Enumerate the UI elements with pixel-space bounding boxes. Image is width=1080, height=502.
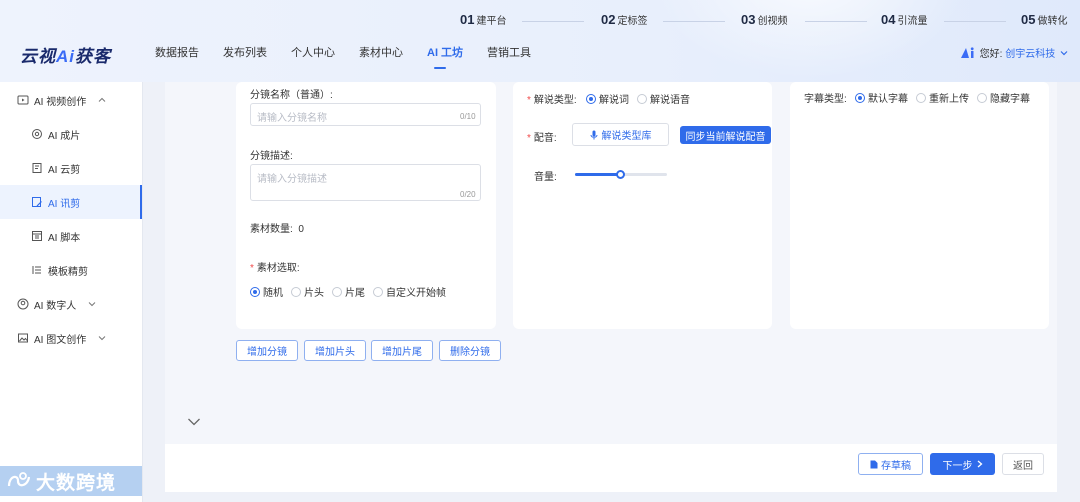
back-button[interactable]: 返回 [1002, 453, 1044, 475]
top-header: 01 建平台 02 定标签 03 创视频 04 引流量 05 做转化 云视Ai获客 数据报… [0, 0, 1080, 82]
sidebar-item-ai-script[interactable]: AI 脚本 [0, 219, 142, 253]
nav-personal-center[interactable]: 个人中心 [291, 44, 335, 60]
add-opening-button[interactable]: 增加片头 [304, 340, 366, 361]
material-count-value: 0 [298, 224, 304, 235]
volume-slider-thumb[interactable] [616, 170, 625, 179]
narration-type-label: * 解说类型: [527, 95, 577, 106]
collapse-chevron-icon[interactable] [187, 417, 201, 427]
footer-bar [165, 444, 1057, 492]
shot-name-input[interactable]: 请输入分镜名称 [250, 103, 481, 126]
add-shot-button[interactable]: 增加分镜 [236, 340, 298, 361]
radio-ending[interactable]: 片尾 [332, 284, 365, 299]
radio-narration-text[interactable]: 解说词 [586, 91, 629, 106]
save-draft-button[interactable]: 存草稿 [858, 453, 923, 475]
delete-shot-button[interactable]: 删除分镜 [439, 340, 501, 361]
add-ending-button[interactable]: 增加片尾 [371, 340, 433, 361]
template-icon [32, 266, 41, 274]
step-5: 05 做转化 [1021, 12, 1068, 27]
material-count-label: 素材数量: 0 [250, 224, 304, 235]
chevron-up-icon [98, 97, 106, 102]
clip-icon [32, 163, 42, 173]
ai-logo-icon [960, 47, 974, 58]
subtitle-type-label: 字幕类型: [804, 94, 847, 105]
narration-type-radio-group: 解说词 解说语音 [586, 91, 698, 106]
sidebar-item-ai-video[interactable]: AI 视频创作 [0, 83, 142, 117]
shot-desc-textarea[interactable]: 请输入分镜描述 [250, 164, 481, 201]
radio-random[interactable]: 随机 [250, 284, 283, 299]
shot-desc-label: 分镜描述: [250, 151, 293, 162]
step-connector [522, 21, 584, 22]
shot-name-label: 分镜名称（普通）: [250, 90, 333, 101]
nav-marketing-tools[interactable]: 营销工具 [487, 44, 531, 60]
microphone-icon [590, 130, 597, 139]
progress-steps: 01 建平台 02 定标签 03 创视频 04 引流量 05 做转化 [460, 12, 1080, 30]
chevron-right-icon [977, 460, 982, 468]
subtitle-card: 字幕类型: 默认字幕 重新上传 隐藏字幕 [790, 82, 1049, 329]
radio-reupload-subtitle[interactable]: 重新上传 [916, 90, 969, 105]
volume-label: 音量: [534, 172, 557, 183]
sidebar-item-ai-quick-clip[interactable]: AI 讯剪 [0, 185, 142, 219]
nav-publish-list[interactable]: 发布列表 [223, 44, 267, 60]
sidebar-item-ai-cloud-clip[interactable]: AI 云剪 [0, 151, 142, 185]
radio-hide-subtitle[interactable]: 隐藏字幕 [977, 90, 1030, 105]
shot-settings-card: 分镜名称（普通）: 请输入分镜名称 0/10 分镜描述: 请输入分镜描述 0/2… [236, 82, 496, 329]
avatar-icon [17, 298, 29, 310]
dub-label: * 配音: [527, 133, 557, 144]
sync-narration-dub-button[interactable]: 同步当前解说配音 [680, 126, 771, 144]
step-1: 01 建平台 [460, 12, 507, 27]
shot-desc-counter: 0/20 [460, 190, 476, 199]
radio-narration-voice[interactable]: 解说语音 [637, 91, 690, 106]
video-icon [17, 95, 29, 105]
step-4: 04 引流量 [881, 12, 928, 27]
watermark-logo-icon [7, 472, 31, 487]
chevron-down-icon [1060, 51, 1068, 56]
shot-name-counter: 0/10 [460, 112, 476, 121]
subtitle-type-radio-group: 默认字幕 重新上传 隐藏字幕 [855, 90, 1038, 105]
sidebar-item-ai-digital-human[interactable]: AI 数字人 [0, 287, 142, 321]
radio-opening[interactable]: 片头 [291, 284, 324, 299]
step-3: 03 创视频 [741, 12, 788, 27]
user-menu[interactable]: 您好: 创宇云科技 [960, 45, 1068, 60]
material-select-radio-group: 随机 片头 片尾 自定义开始帧 [250, 284, 454, 299]
step-connector [663, 21, 725, 22]
nav-data-report[interactable]: 数据报告 [155, 44, 199, 60]
sidebar-item-ai-film[interactable]: AI 成片 [0, 117, 142, 151]
sidebar-item-ai-image-text[interactable]: AI 图文创作 [0, 321, 142, 355]
step-connector [944, 21, 1006, 22]
chevron-down-icon [88, 302, 96, 307]
at-icon [32, 129, 42, 139]
volume-slider-fill [575, 173, 621, 176]
step-connector [805, 21, 867, 22]
step-2: 02 定标签 [601, 12, 648, 27]
nav-ai-workshop[interactable]: AI 工坊 [427, 44, 463, 60]
narration-card: * 解说类型: 解说词 解说语音 * 配音: 解说类型库 同步当前解说配音 音量: [513, 82, 772, 329]
image-icon [18, 333, 28, 343]
next-step-button[interactable]: 下一步 [930, 453, 995, 475]
script-icon [32, 231, 42, 241]
material-select-label: * 素材选取: [250, 263, 300, 274]
doc-icon [870, 460, 878, 468]
dub-library-button[interactable]: 解说类型库 [572, 123, 669, 146]
radio-default-subtitle[interactable]: 默认字幕 [855, 90, 908, 105]
nav-material-center[interactable]: 素材中心 [359, 44, 403, 60]
sidebar: AI 视频创作 AI 成片 AI 云剪 AI 讯剪 AI 脚本 模板精剪 AI … [0, 82, 143, 502]
chevron-down-icon [98, 336, 106, 341]
edit-doc-icon [32, 197, 42, 207]
nav-active-indicator [434, 67, 446, 69]
app-logo[interactable]: 云视Ai获客 [20, 42, 111, 67]
radio-custom-start-frame[interactable]: 自定义开始帧 [373, 284, 446, 299]
sidebar-item-template-clip[interactable]: 模板精剪 [0, 253, 142, 287]
watermark: 大数跨境 [0, 466, 142, 496]
